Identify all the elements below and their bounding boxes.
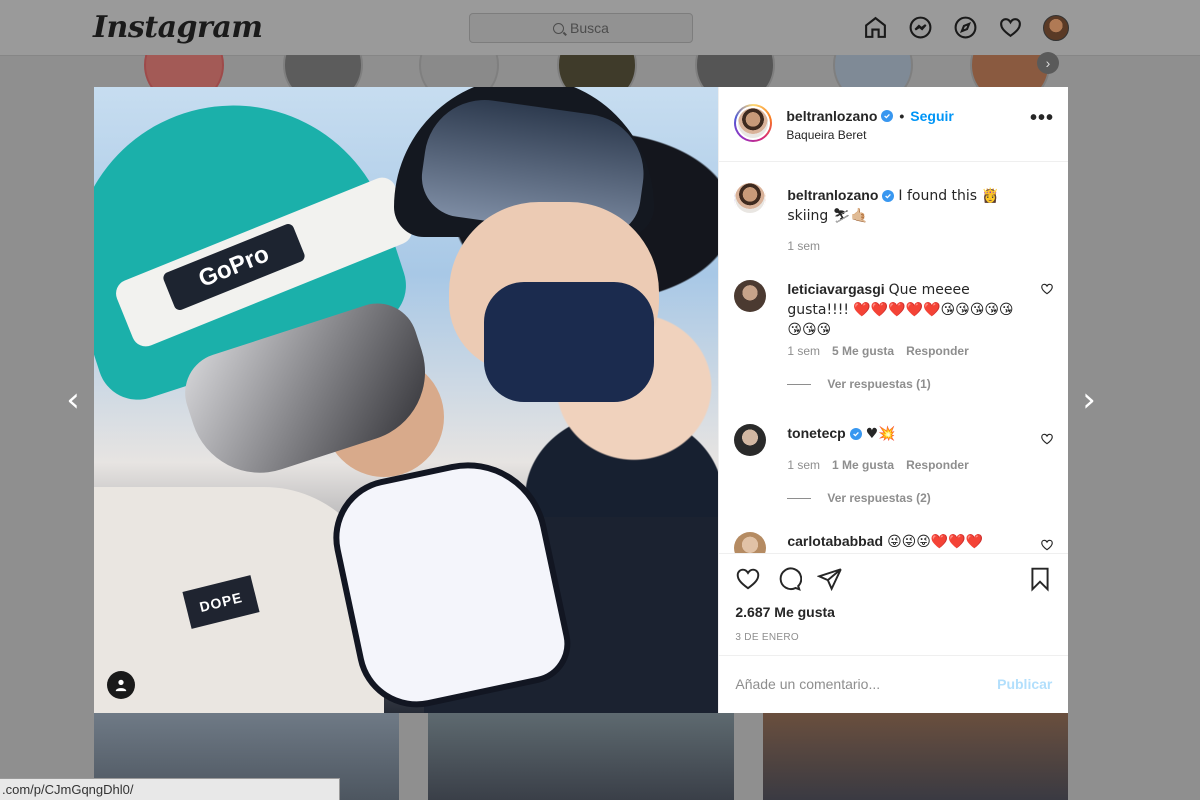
heart-icon[interactable] — [997, 14, 1024, 41]
publish-button[interactable]: Publicar — [997, 676, 1052, 692]
post-location[interactable]: Baqueira Beret — [786, 128, 866, 142]
commenter-avatar[interactable] — [734, 424, 767, 456]
next-post-arrow[interactable]: › — [1079, 383, 1099, 417]
post-caption: beltranlozano I found this 👸 skiing ⛷🤙🏼 1… — [734, 181, 1054, 262]
commenter-avatar[interactable] — [734, 532, 767, 554]
comment-item: carlotababbad 😜😜😜❤️❤️❤️ — [734, 532, 1054, 554]
tagged-users-button[interactable] — [107, 671, 135, 699]
instagram-logo[interactable]: Instagram — [93, 10, 263, 45]
caption-username[interactable]: beltranlozano — [787, 187, 878, 203]
previous-post-arrow[interactable]: ‹ — [63, 383, 83, 417]
comment-item: tonetecp ♥💥 1 sem 1 Me gusta Responder Ve… — [734, 424, 1054, 524]
view-replies-label: Ver respuestas (1) — [827, 377, 931, 391]
story-avatar[interactable] — [283, 55, 363, 87]
reply-button[interactable]: Responder — [906, 458, 969, 472]
comment-item: leticiavargasgi Que meeee gusta!!!! ❤️❤️❤… — [734, 280, 1054, 400]
author-avatar[interactable] — [734, 104, 773, 142]
comment-username[interactable]: tonetecp — [787, 425, 845, 441]
view-replies-button[interactable]: Ver respuestas (2) — [787, 491, 931, 505]
add-comment-input[interactable]: Añade un comentario... — [735, 676, 880, 692]
verified-badge-icon — [881, 110, 894, 122]
save-bookmark-icon[interactable] — [1027, 566, 1053, 592]
story-avatar[interactable] — [419, 55, 499, 87]
story-avatar[interactable] — [695, 55, 775, 87]
author-username[interactable]: beltranlozano — [786, 108, 877, 124]
comment-text: 😜😜😜❤️❤️❤️ — [887, 534, 984, 550]
comment-text: ♥💥 — [865, 426, 896, 442]
comment-likes[interactable]: 1 Me gusta — [832, 458, 894, 472]
separator-dot: • — [899, 108, 905, 124]
view-replies-label: Ver respuestas (2) — [827, 491, 931, 505]
caption-time[interactable]: 1 sem — [787, 239, 820, 253]
messenger-icon[interactable] — [907, 14, 934, 41]
stories-next-button[interactable]: › — [1037, 52, 1059, 74]
nav-icons — [862, 14, 1069, 41]
comment-composer: Añade un comentario... Publicar — [719, 655, 1069, 715]
comment-time[interactable]: 1 sem — [787, 344, 820, 358]
commenter-avatar[interactable] — [734, 280, 767, 312]
post-date[interactable]: 3 DE ENERO — [735, 632, 799, 643]
profile-avatar[interactable] — [1042, 14, 1069, 41]
home-icon[interactable] — [862, 14, 889, 41]
comment-bubble-icon[interactable] — [776, 566, 803, 592]
post-actions: 2.687 Me gusta 3 DE ENERO Añade un comen… — [719, 553, 1069, 715]
post-photo[interactable]: GoPro DOPE — [94, 87, 719, 713]
search-placeholder: Busca — [570, 20, 609, 36]
like-heart-icon[interactable] — [735, 566, 761, 592]
grid-post-thumbnail[interactable] — [763, 713, 1068, 800]
post-header: beltranlozano • Seguir Baqueira Beret ••… — [719, 87, 1068, 162]
follow-button[interactable]: Seguir — [910, 108, 954, 124]
comments-list: beltranlozano I found this 👸 skiing ⛷🤙🏼 1… — [719, 162, 1068, 554]
search-input[interactable]: Busca — [469, 13, 693, 43]
explore-icon[interactable] — [952, 14, 979, 41]
post-modal: GoPro DOPE beltranlozano • Seguir Baquei… — [94, 87, 1069, 715]
reply-button[interactable]: Responder — [906, 344, 969, 358]
share-send-icon[interactable] — [817, 566, 843, 592]
status-bar-url: .com/p/CJmGqngDhl0/ — [0, 778, 340, 800]
story-avatar[interactable] — [833, 55, 913, 87]
caption-author-avatar[interactable] — [734, 181, 767, 215]
story-avatar[interactable] — [144, 55, 224, 87]
more-options-button[interactable]: ••• — [1030, 108, 1054, 128]
comment-username[interactable]: carlotababbad — [787, 533, 883, 549]
comment-likes[interactable]: 5 Me gusta — [832, 344, 894, 358]
verified-badge-icon — [882, 190, 895, 202]
verified-badge-icon — [849, 428, 862, 440]
like-comment-heart-icon[interactable] — [1040, 538, 1054, 552]
grid-post-thumbnail[interactable] — [428, 713, 734, 800]
search-icon — [553, 22, 565, 34]
top-navbar: Instagram Busca — [0, 0, 1200, 56]
user-icon — [115, 679, 127, 692]
comment-time[interactable]: 1 sem — [787, 458, 820, 472]
comment-username[interactable]: leticiavargasgi — [787, 281, 884, 297]
likes-count[interactable]: 2.687 Me gusta — [735, 604, 835, 620]
view-replies-button[interactable]: Ver respuestas (1) — [787, 377, 931, 391]
story-avatar[interactable] — [557, 55, 637, 87]
like-comment-heart-icon[interactable] — [1040, 432, 1054, 446]
like-comment-heart-icon[interactable] — [1040, 282, 1054, 296]
stories-bar — [0, 55, 1200, 87]
post-sidebar: beltranlozano • Seguir Baqueira Beret ••… — [718, 87, 1069, 715]
